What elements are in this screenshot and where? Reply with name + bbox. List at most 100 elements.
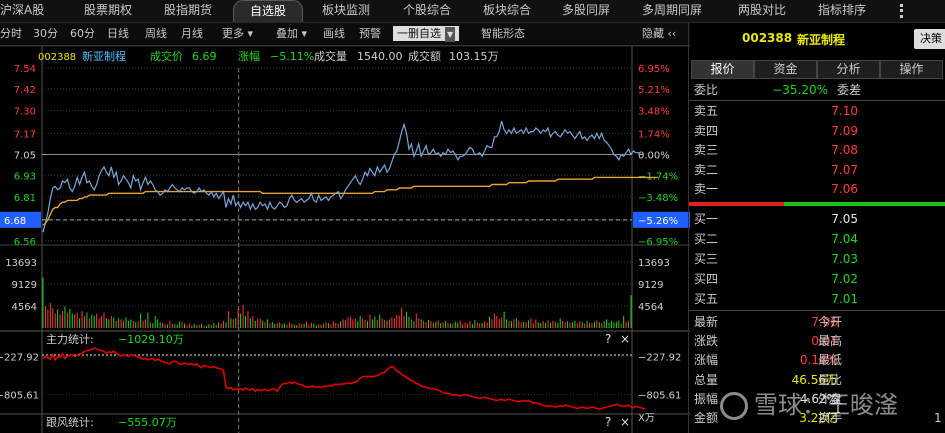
help-icon[interactable]: ? xyxy=(605,415,611,429)
hide-panel-button[interactable]: 隐藏 ‹‹ xyxy=(642,23,676,45)
stat-label: 振幅 xyxy=(694,391,719,406)
snowball-logo-icon xyxy=(720,392,748,420)
bid-row: 买一 7.05 xyxy=(689,209,945,229)
price-tick-left: 7.17 xyxy=(14,129,36,140)
ask-row: 卖五 7.10 xyxy=(689,101,945,121)
nav-tab-7[interactable]: 多股同屏 xyxy=(562,0,622,22)
divider xyxy=(689,310,945,311)
main-force-title: 主力统计: xyxy=(46,333,94,346)
toolbar-item-0[interactable]: 分时 xyxy=(0,23,22,45)
close-icon[interactable]: × xyxy=(620,332,630,346)
toolbar-item-3[interactable]: 日线 xyxy=(107,23,129,45)
price-value: 6.69 xyxy=(192,50,217,63)
indicator-unit: X万 xyxy=(638,413,655,424)
weicha-label: 委差 xyxy=(837,83,862,97)
nav-tab-0[interactable]: 沪深A股 xyxy=(0,0,60,22)
toolbar-item-8[interactable]: 画线 xyxy=(323,23,345,45)
nav-tab-1[interactable]: 股票期权 xyxy=(84,0,144,22)
quote-tab-1[interactable]: 资金 xyxy=(754,60,817,79)
toolbar-item-5[interactable]: 月线 xyxy=(181,23,203,45)
volume-value: 1540.00 xyxy=(357,50,403,63)
quote-panel: 002388 新亚制程 决策 报价 资金 分析 操作 委比 −35.20% 委差卖五 7.1… xyxy=(688,23,945,433)
nav-tab-5[interactable]: 个股综合 xyxy=(403,0,463,22)
quote-tab-0[interactable]: 报价 xyxy=(691,60,754,79)
nav-tab-4[interactable]: 板块监测 xyxy=(322,0,382,22)
price-tick-right: −3.48% xyxy=(638,193,678,204)
webi-value: −35.20% xyxy=(772,83,828,97)
ask-price: 7.10 xyxy=(831,104,858,118)
stat-label: 最新 xyxy=(694,315,719,329)
bid-price: 7.03 xyxy=(831,252,858,266)
price-tick-right: 5.21% xyxy=(638,85,670,96)
stat-row: 涨跌 0.01 最高 xyxy=(689,331,945,351)
stat-label2: 最高 xyxy=(818,334,843,349)
chart-toolbar: 分时 30分 60分 日线 周线 月线 更多 ▾ 叠加 ▾ 画线 预警 一删自选 ▼ 智能形态 隐藏 ‹‹ xyxy=(0,23,690,46)
bid-row: 买五 7.01 xyxy=(689,289,945,309)
quote-tab-3[interactable]: 操作 xyxy=(880,60,943,79)
bid-price: 7.05 xyxy=(831,212,858,226)
stat-row: 最新 7.06 今开 xyxy=(689,312,945,332)
stock-code: 002388 xyxy=(742,31,793,45)
price-tick-left: 7.05 xyxy=(14,151,36,162)
indicator-tick-right: −227.92 xyxy=(638,352,681,363)
ask-label: 卖五 xyxy=(694,104,719,118)
toolbar-item-7[interactable]: 叠加 ▾ xyxy=(276,23,307,45)
bid-ask-ratio-bar xyxy=(689,202,945,206)
ask-label: 卖四 xyxy=(694,123,719,138)
toolbar-item-6[interactable]: 更多 ▾ xyxy=(222,23,253,45)
follow-title: 跟风统计: xyxy=(46,416,94,429)
nav-tab-8[interactable]: 多周期同屏 xyxy=(642,0,712,22)
decision-button[interactable]: 决策 xyxy=(914,29,945,49)
top-navigation: 沪深A股 股票期权 股指期货 自选股 板块监测 个股综合 板块综合 多股同屏 多周期同屏 两股对比… xyxy=(0,0,945,23)
current-price-text: 6.68 xyxy=(4,216,26,227)
webi-label: 委比 xyxy=(694,83,719,97)
indicator-tick-left: −805.61 xyxy=(0,390,39,401)
quote-tabs: 报价 资金 分析 操作 xyxy=(689,60,945,79)
price-tick-right: 1.74% xyxy=(638,129,670,140)
volume-tick-left: 13693 xyxy=(5,258,37,269)
price-tick-right: −6.95% xyxy=(638,237,678,248)
change-label: 涨幅 xyxy=(238,50,260,63)
toolbar-item-2[interactable]: 60分 xyxy=(70,23,95,45)
nav-tab-9[interactable]: 两股对比 xyxy=(738,0,798,22)
price-tick-left: 6.93 xyxy=(14,172,36,183)
ask-label: 卖三 xyxy=(694,143,719,157)
price-line xyxy=(42,120,644,233)
watchlist-dropdown-label: 一删自选 xyxy=(397,27,441,40)
close-icon[interactable]: × xyxy=(620,415,630,429)
bid-row: 买四 7.02 xyxy=(689,269,945,289)
ask-row: 卖四 7.09 xyxy=(689,121,945,141)
bid-label: 买一 xyxy=(694,212,719,226)
toolbar-item-1[interactable]: 30分 xyxy=(33,23,58,45)
more-menu-icon[interactable] xyxy=(900,4,909,18)
dropdown-arrow-icon: ▼ xyxy=(445,27,456,42)
price-tick-right: 6.95% xyxy=(638,64,670,75)
nav-tab-10[interactable]: 指标排序 xyxy=(818,0,878,22)
stat-label: 涨幅 xyxy=(694,353,719,368)
volume-tick-left: 4564 xyxy=(12,302,37,313)
nav-tab-2[interactable]: 股指期货 xyxy=(164,0,224,22)
toolbar-item-9[interactable]: 预警 xyxy=(359,23,381,45)
stock-name: 新亚制程 xyxy=(797,33,846,47)
quote-header: 002388 新亚制程 决策 xyxy=(689,23,945,57)
stat-label: 总量 xyxy=(694,372,719,387)
toolbar-item-4[interactable]: 周线 xyxy=(145,23,167,45)
ask-row: 卖三 7.08 xyxy=(689,140,945,160)
watermark-text: 雪球：王晙滏 xyxy=(754,391,898,419)
watchlist-dropdown[interactable]: 一删自选 ▼ xyxy=(393,26,460,42)
quote-tab-2[interactable]: 分析 xyxy=(817,60,880,79)
bid-price: 7.01 xyxy=(831,292,858,306)
help-icon[interactable]: ? xyxy=(605,332,611,346)
price-tick-right: 0.00% xyxy=(638,151,670,162)
main-force-value: −1029.10万 xyxy=(118,333,184,346)
volume-label: 成交量 xyxy=(314,49,347,63)
bid-label: 买三 xyxy=(694,252,719,266)
ask-price: 7.07 xyxy=(831,162,858,177)
price-tick-left: 6.56 xyxy=(14,237,36,248)
nav-tab-3[interactable]: 自选股 xyxy=(233,0,303,22)
volume-bars xyxy=(42,277,632,328)
smart-pattern-button[interactable]: 智能形态 xyxy=(481,23,525,45)
ask-label: 卖一 xyxy=(694,182,719,196)
nav-tab-6[interactable]: 板块综合 xyxy=(483,0,543,22)
bid-row: 买三 7.03 xyxy=(689,249,945,269)
